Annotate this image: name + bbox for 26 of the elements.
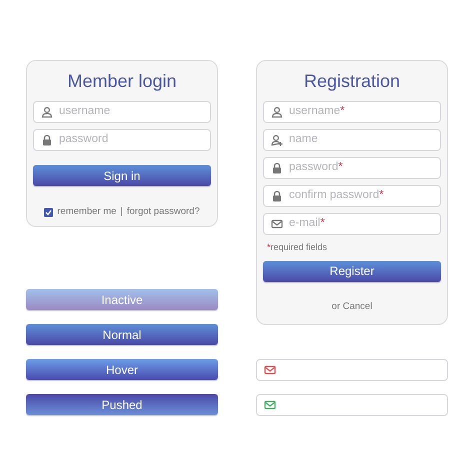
input-field[interactable]: password* (263, 157, 441, 179)
lock-icon (271, 190, 283, 202)
input-field[interactable]: username* (263, 101, 441, 123)
required-note: *required fields (266, 241, 328, 254)
user-icon (271, 106, 283, 118)
state-button[interactable]: Hover (26, 359, 218, 380)
input-field[interactable]: e-mail* (263, 213, 441, 235)
card-title: Registration (302, 70, 402, 93)
state-button[interactable]: Pushed (26, 394, 218, 415)
user-icon (41, 106, 53, 118)
register-button[interactable]: Register (263, 260, 441, 282)
forgot-password-link[interactable]: forgot password? (126, 205, 200, 220)
sign-in-button[interactable]: Sign in (33, 165, 211, 186)
card-title: Member login (66, 70, 178, 93)
user-plus-icon (271, 134, 283, 146)
separator-text: | (120, 205, 123, 219)
lock-icon (271, 162, 283, 174)
input-field[interactable]: confirm password* (263, 185, 441, 207)
cancel-link[interactable]: or Cancel (263, 300, 441, 314)
checkbox[interactable] (44, 208, 54, 217)
input-field[interactable] (256, 394, 448, 416)
envelope-icon (271, 218, 283, 230)
checkbox-label: remember me (57, 205, 116, 219)
input-field[interactable] (256, 359, 448, 381)
state-button[interactable]: Normal (26, 324, 218, 345)
lock-icon (41, 134, 53, 146)
